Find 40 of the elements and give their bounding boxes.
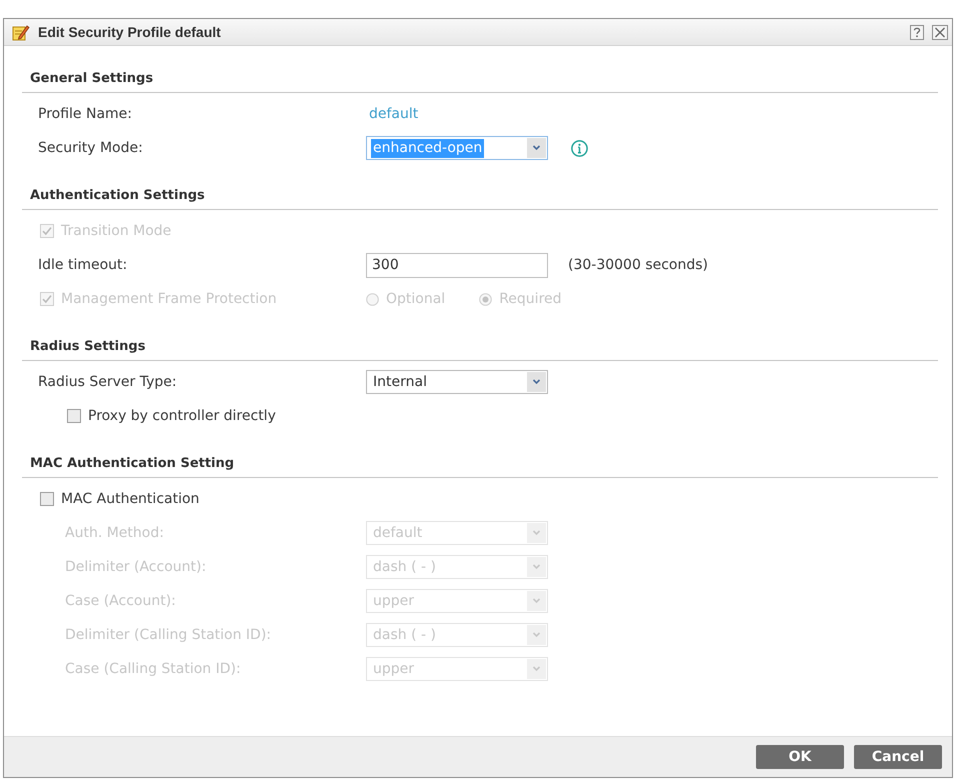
checkbox-label: Management Frame Protection (61, 291, 277, 307)
footer-button[interactable]: OK (756, 745, 844, 769)
hint-text: (30-30000 seconds) (568, 257, 708, 273)
chevron-down-icon (527, 523, 546, 543)
field-label: Case (Account): (65, 593, 176, 609)
field-label: Idle timeout: (38, 257, 128, 273)
chevron-down-icon (527, 138, 546, 158)
field-label: Security Mode: (38, 140, 143, 156)
close-icon[interactable] (932, 24, 948, 40)
checkbox[interactable] (67, 409, 81, 423)
section-heading: Radius Settings (30, 339, 146, 354)
dropdown[interactable]: Internal (366, 370, 548, 394)
field-label: Case (Calling Station ID): (65, 661, 241, 677)
field-label: Delimiter (Calling Station ID): (65, 627, 272, 643)
section-heading: Authentication Settings (30, 188, 205, 203)
dropdown[interactable]: enhanced-open (366, 136, 548, 160)
radio-label: Optional (386, 291, 446, 307)
chevron-down-icon (527, 625, 546, 645)
section-heading: General Settings (30, 71, 154, 86)
help-icon[interactable] (910, 24, 924, 40)
chevron-down-icon (527, 557, 546, 577)
field-label: Delimiter (Account): (65, 559, 206, 575)
chevron-down-icon (527, 659, 546, 679)
chevron-down-icon (527, 372, 546, 392)
field-label: Profile Name: (38, 106, 132, 122)
text-input[interactable]: 300 (366, 252, 548, 278)
checkbox[interactable] (40, 492, 54, 506)
checkbox-label: Proxy by controller directly (88, 408, 276, 424)
section-heading: MAC Authentication Setting (30, 456, 234, 471)
checkbox-label: MAC Authentication (61, 491, 200, 507)
footer-button[interactable]: Cancel (854, 745, 942, 769)
chevron-down-icon (527, 591, 546, 611)
radio-label: Required (499, 291, 562, 307)
edit-note-icon (12, 24, 30, 40)
field-label: Radius Server Type: (38, 374, 177, 390)
checkbox-label: Transition Mode (61, 223, 172, 239)
window-title: Edit Security Profile default (38, 24, 221, 40)
info-icon[interactable] (571, 140, 588, 156)
field-label: Auth. Method: (65, 525, 164, 541)
field-value: default (368, 106, 418, 122)
